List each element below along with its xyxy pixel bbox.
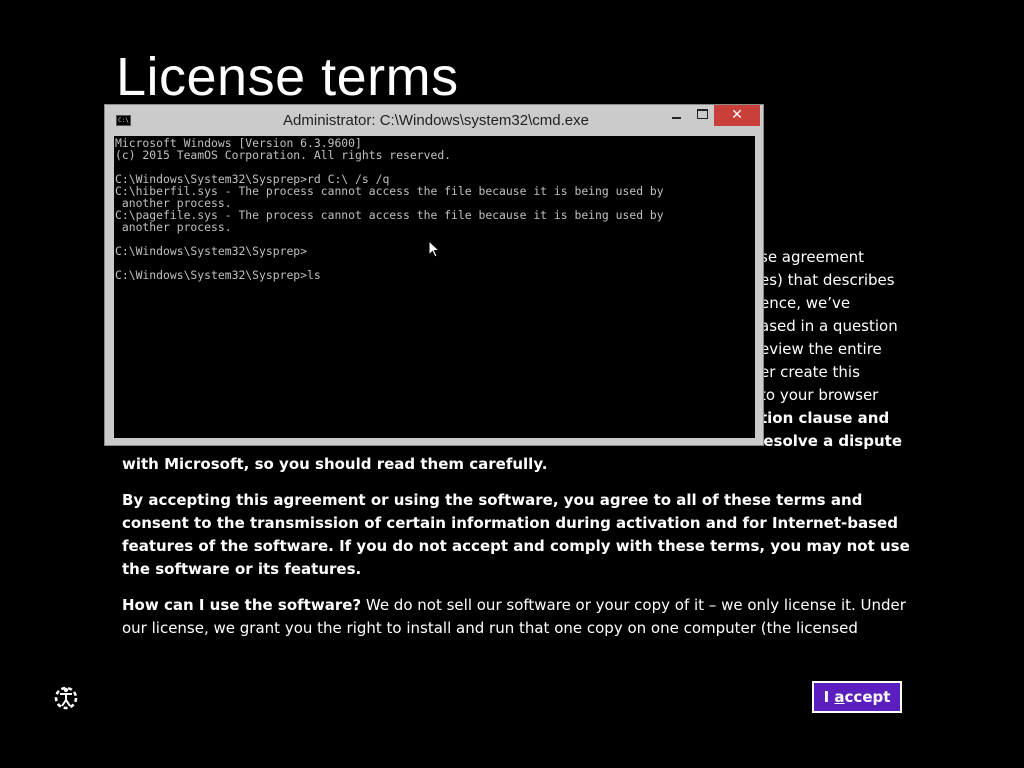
maximize-icon	[696, 109, 708, 119]
ease-of-access-icon[interactable]	[52, 684, 80, 712]
license-fragment: tion clause and	[760, 409, 890, 427]
minimize-button[interactable]	[663, 105, 689, 126]
license-fragment: er create this	[760, 363, 860, 381]
accept-label-hotkey: a	[834, 688, 845, 706]
license-fragment: eview the entire	[760, 340, 882, 358]
accept-label-suffix: ccept	[844, 688, 891, 706]
cmd-output: Microsoft Windows [Version 6.3.9600] (c)…	[115, 136, 664, 282]
mouse-pointer-icon	[428, 240, 440, 258]
minimize-icon	[671, 117, 681, 119]
cmd-titlebar[interactable]: C:\ Administrator: C:\Windows\system32\c…	[105, 105, 763, 135]
license-paragraph-3: How can I use the software? We do not se…	[122, 594, 912, 640]
license-paragraph-1-tail: with Microsoft, so you should read them …	[122, 455, 548, 473]
accept-label-prefix: I	[823, 688, 835, 706]
close-icon: ✕	[731, 107, 743, 123]
cmd-window-frame-right	[755, 136, 763, 438]
close-button[interactable]: ✕	[714, 105, 760, 126]
license-paragraph-2: By accepting this agreement or using the…	[122, 491, 910, 578]
cmd-console[interactable]: Microsoft Windows [Version 6.3.9600] (c)…	[114, 136, 755, 438]
license-fragment: to your browser	[760, 386, 879, 404]
license-fragment: se agreement	[760, 248, 865, 266]
accept-button[interactable]: I accept	[812, 681, 902, 713]
license-text-visible-column: se agreement es) that describes ence, we…	[760, 246, 920, 430]
page-title: License terms	[116, 47, 459, 107]
license-fragment: es) that describes	[760, 271, 895, 289]
cmd-window[interactable]: C:\ Administrator: C:\Windows\system32\c…	[104, 104, 764, 446]
maximize-button[interactable]	[689, 105, 715, 126]
license-fragment: ence, we’ve	[760, 294, 851, 312]
license-paragraph-3-heading: How can I use the software?	[122, 596, 362, 614]
license-fragment: ased in a question	[760, 317, 898, 335]
